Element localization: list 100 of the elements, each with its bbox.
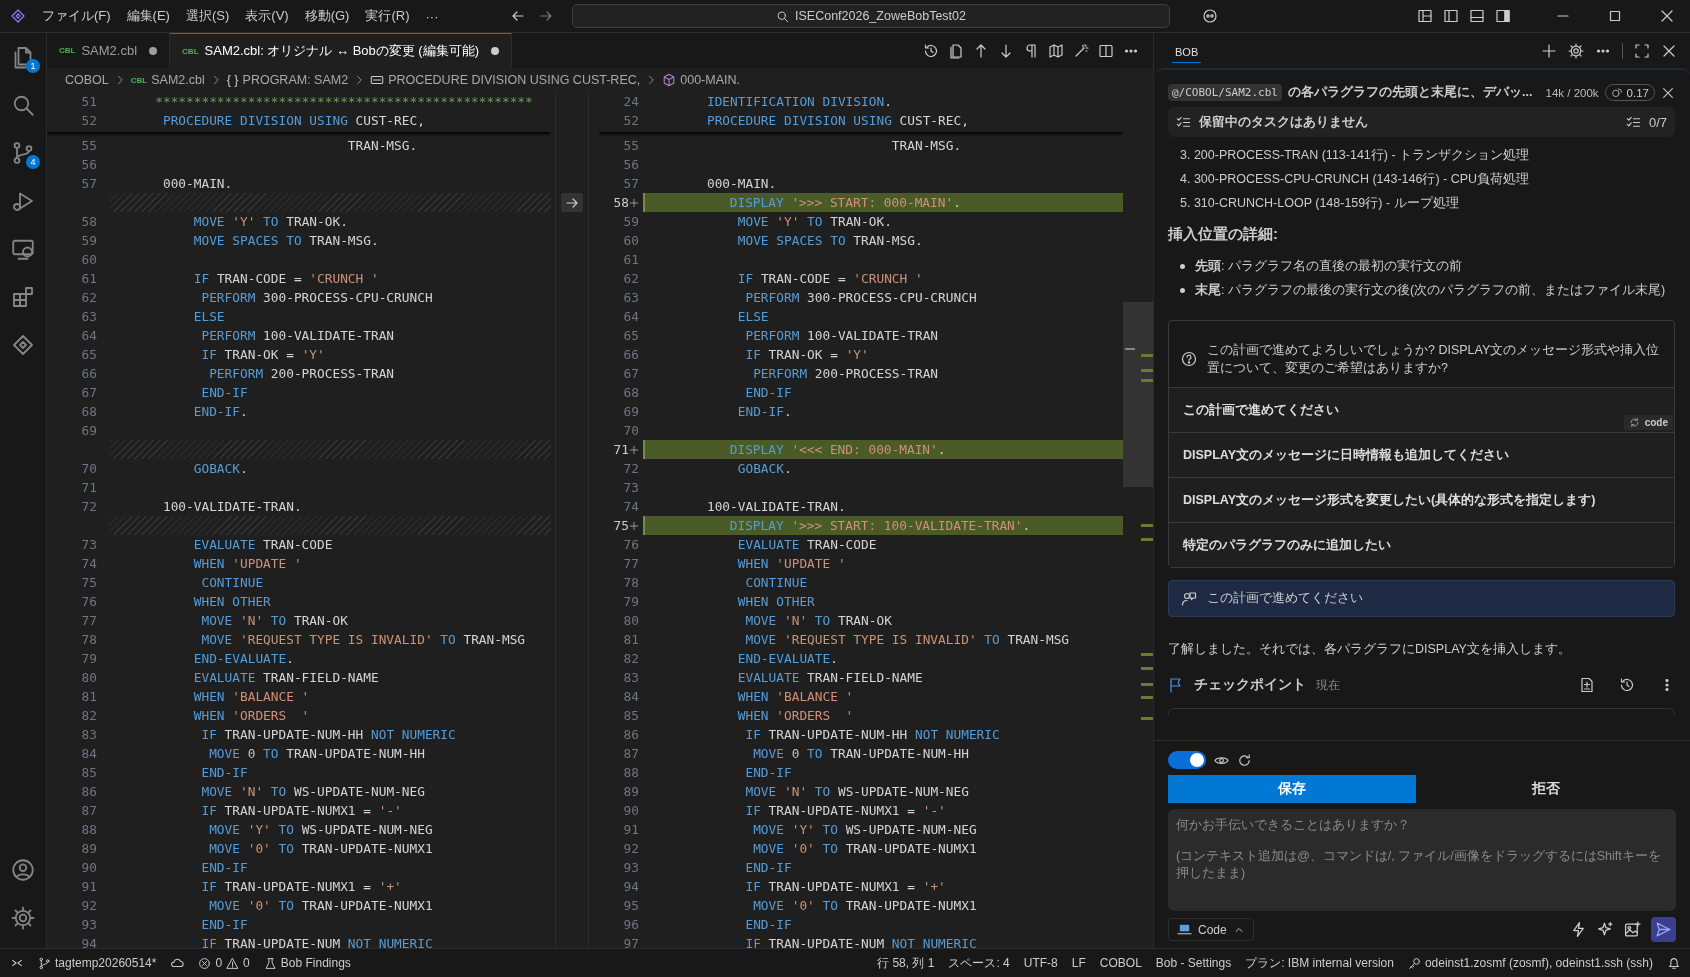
list-item: 末尾: パラグラフの最後の実行文の後(次のパラグラフの前、またはファイル末尾) [1195, 282, 1666, 299]
bob-logo-icon[interactable] [10, 8, 26, 24]
menu-item[interactable]: 実行(R) [365, 7, 410, 25]
mode-dropdown[interactable]: Code [1168, 918, 1254, 941]
line-number: 87 [81, 803, 97, 818]
line-number: 88 [81, 822, 97, 837]
secondary-sidebar-icon[interactable] [1495, 8, 1511, 24]
mode-chip[interactable]: code [1623, 415, 1673, 430]
suggestion-button[interactable]: 特定のパラグラフのみに追加したい [1169, 522, 1674, 567]
suggestion-button[interactable]: DISPLAY文のメッセージに日時情報も追加してください [1169, 432, 1674, 477]
notifications-icon[interactable] [1667, 956, 1681, 970]
command-search-field[interactable]: ISEConf2026_ZoweBobTest02 [572, 4, 1170, 28]
line-number: 67 [81, 385, 97, 400]
status-item[interactable]: UTF-8 [1023, 956, 1058, 970]
code-line: MOVE 'Y' TO WS-UPDATE-NUM-NEG [208, 822, 433, 837]
magic-wand-icon[interactable] [1073, 42, 1089, 59]
extensions-icon[interactable] [11, 285, 35, 309]
refresh-icon[interactable] [1237, 752, 1252, 768]
save-button[interactable]: 保存 [1168, 775, 1416, 803]
laptop-icon [1177, 922, 1192, 937]
code-line: WHEN 'BALANCE ' [736, 689, 854, 704]
menu-item[interactable]: 移動(G) [304, 7, 350, 25]
file-mention[interactable]: @/COBOL/SAM2.cbl [1168, 84, 1282, 101]
todo-bar[interactable]: 保留中のタスクはありません 0/7 [1168, 107, 1675, 137]
code-line: WHEN 'BALANCE ' [192, 689, 310, 704]
line-number: 97 [623, 936, 639, 948]
status-item[interactable]: 行 58, 列 1 [877, 954, 935, 972]
reject-button[interactable]: 拒否 [1416, 775, 1676, 803]
pilcrow-icon[interactable] [1023, 42, 1039, 59]
line-number: 69 [623, 404, 639, 419]
editor-tab[interactable]: CBL SAM2.cbl: オリジナル ↔ Bobの変更 (編集可能) [170, 33, 513, 68]
menu-item[interactable]: ··· [425, 8, 439, 24]
line-number: 81 [81, 689, 97, 704]
branch-status[interactable]: tagtemp20260514* [38, 956, 157, 970]
cloud-sync-icon[interactable] [170, 956, 185, 970]
sidebar-toggle-icon[interactable] [1443, 8, 1459, 24]
list-item: 3. 200-PROCESS-TRAN (113-141行) - トランザクション処理 [1180, 147, 1531, 164]
map-icon[interactable] [1048, 42, 1064, 59]
findings-status[interactable]: Bob Findings [263, 956, 351, 970]
line-number: 86 [623, 727, 639, 742]
code-line: WHEN 'ORDERS ' [736, 708, 854, 723]
maximize-icon[interactable] [1634, 42, 1650, 59]
breadcrumb[interactable]: 000-MAIN. [662, 73, 740, 87]
code-line: END-EVALUATE. [192, 651, 294, 666]
source-control-icon[interactable] [11, 141, 35, 165]
line-number: 92 [623, 841, 639, 856]
menu-item[interactable]: 表示(V) [245, 7, 289, 25]
auto-approve-toggle[interactable] [1168, 751, 1206, 769]
layout-icon[interactable] [1417, 8, 1433, 24]
code-line: MOVE 'Y' TO WS-UPDATE-NUM-NEG [752, 822, 977, 837]
copy-file-icon[interactable] [948, 42, 964, 59]
panel-tab[interactable]: BOB [1172, 38, 1202, 63]
history-icon[interactable] [923, 42, 939, 59]
status-item[interactable]: COBOL [1099, 956, 1142, 970]
breadcrumb[interactable]: PROCEDURE DIVISION USING CUST-REC, [370, 73, 641, 87]
code-line: MOVE 'N' TO TRAN-OK [200, 613, 348, 628]
search-icon[interactable] [11, 93, 35, 117]
status-item[interactable]: スペース: 4 [948, 954, 1010, 972]
sparkle-icon[interactable] [1597, 921, 1614, 938]
code-line: ************************************************* [154, 94, 533, 109]
send-button[interactable] [1651, 917, 1676, 942]
line-number: 78 [623, 575, 639, 590]
code-line: IF TRAN-CODE = 'CRUNCH ' [192, 271, 379, 286]
close-icon[interactable] [1659, 8, 1675, 24]
breadcrumb[interactable]: COBOL [65, 73, 109, 87]
panel-toggle-icon[interactable] [1469, 8, 1485, 24]
suggestion-button[interactable]: DISPLAY文のメッセージ形式を変更したい(具体的な形式を指定します) [1169, 477, 1674, 522]
code-line: IF TRAN-OK = 'Y' [744, 347, 869, 362]
code-line: IF TRAN-UPDATE-NUMX1 = '+' [744, 879, 946, 894]
settings-icon[interactable] [1568, 42, 1584, 59]
split-editor-icon[interactable] [1098, 42, 1114, 59]
remote-monitor-icon[interactable] [11, 237, 35, 261]
status-item[interactable]: プラン: IBM internal version [1245, 954, 1394, 972]
menu-item[interactable]: 選択(S) [185, 7, 230, 25]
plus-icon[interactable] [1541, 42, 1557, 59]
file-diff-icon[interactable] [1579, 677, 1595, 693]
lightning-icon[interactable] [1570, 921, 1587, 938]
line-number: 83 [623, 670, 639, 685]
breadcrumb[interactable]: CBL SAM2.cbl [130, 73, 205, 87]
maximize-icon[interactable] [1607, 8, 1623, 24]
code-line: 100-VALIDATE-TRAN. [705, 499, 846, 514]
chat-input-field[interactable]: 何かお手伝いできることはありますか？ (コンテキスト追加は@、コマンドは/, ファイル/画像をドラッグするにはShiftキーを押したまま) [1168, 809, 1676, 911]
warning-icon [226, 956, 240, 970]
close-icon[interactable] [1661, 85, 1675, 100]
settings-icon[interactable] [11, 906, 35, 930]
account-icon[interactable] [11, 858, 35, 882]
line-number: 89 [81, 841, 97, 856]
connection-status[interactable]: odeinst1.zosmf (zosmf), odeinst1.ssh (ssh) [1407, 956, 1653, 970]
menu-item[interactable]: 編集(E) [126, 7, 170, 25]
restore-icon[interactable] [1619, 677, 1635, 693]
line-number: 76 [81, 594, 97, 609]
menu-item[interactable]: ファイル(F) [42, 7, 111, 25]
bob-logo-icon[interactable] [11, 333, 35, 357]
status-item[interactable]: Bob - Settings [1155, 956, 1232, 970]
revert-arrow-button[interactable] [561, 193, 583, 212]
code-line: PERFORM 300-PROCESS-CPU-CRUNCH [744, 290, 977, 305]
add-image-icon[interactable] [1624, 921, 1641, 938]
status-item[interactable]: LF [1071, 956, 1086, 970]
problems-status[interactable]: 0 0 [198, 956, 250, 970]
breadcrumb[interactable]: { } PROGRAM: SAM2 [226, 73, 349, 87]
